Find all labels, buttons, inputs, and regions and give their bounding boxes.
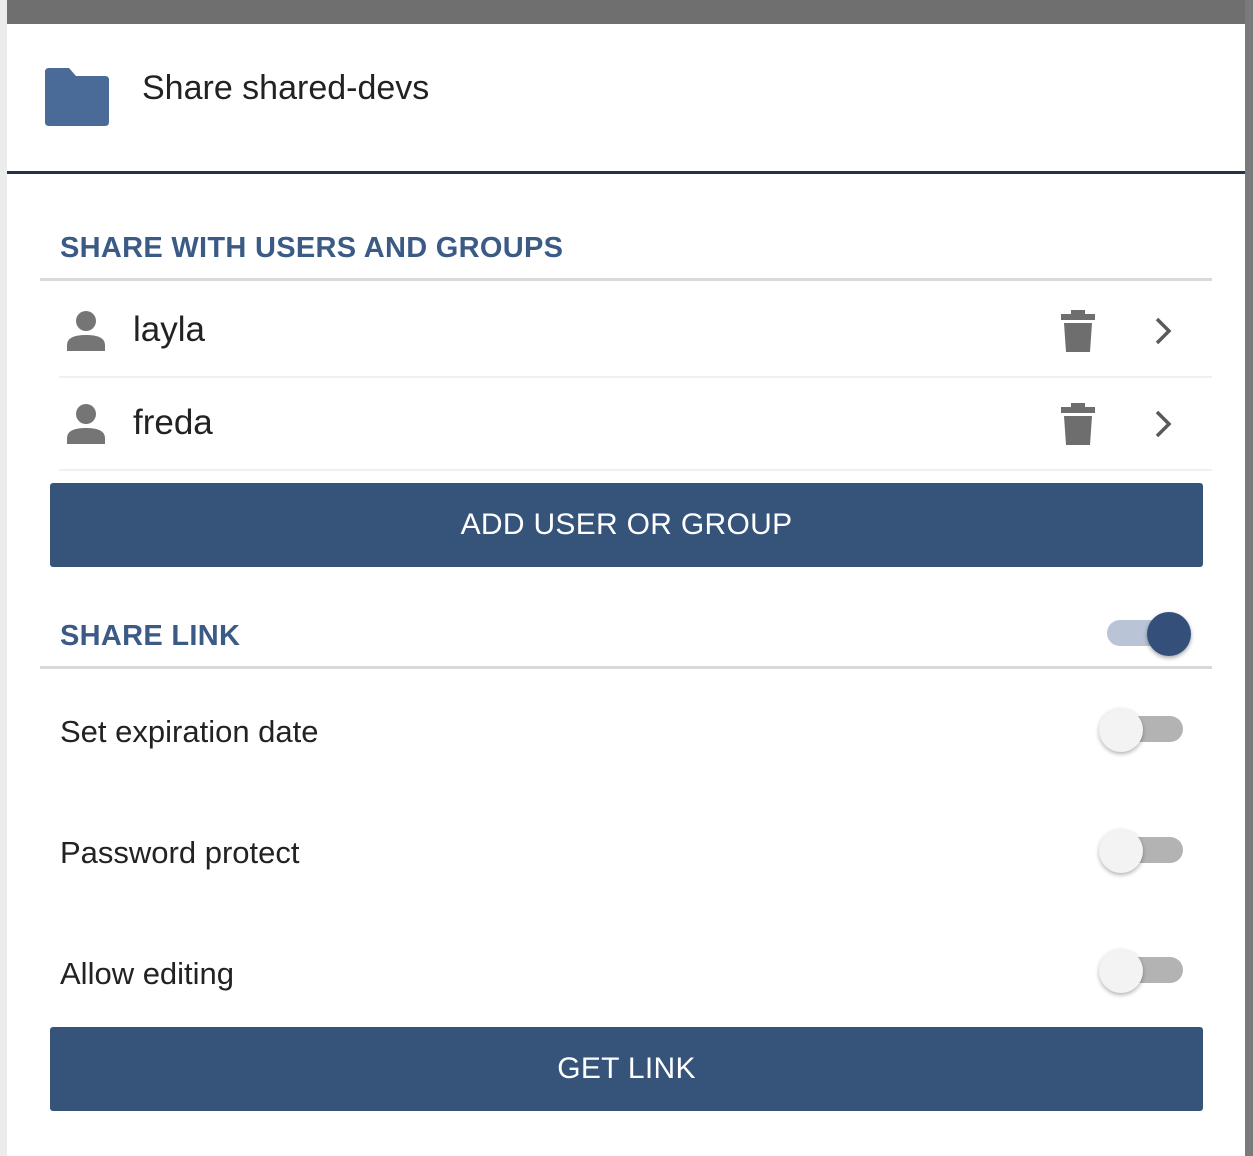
toggle-thumb [1147, 612, 1191, 656]
allow-editing-label: Allow editing [60, 956, 235, 991]
chevron-right-icon[interactable] [1152, 408, 1176, 440]
user-row-freda[interactable]: freda [59, 376, 1212, 471]
section-divider [40, 278, 1212, 281]
chevron-right-icon[interactable] [1152, 315, 1176, 347]
section-divider [40, 666, 1212, 669]
user-row-layla[interactable]: layla [59, 283, 1212, 378]
window-top-bar [0, 0, 1253, 24]
folder-icon [45, 68, 109, 126]
person-icon [67, 311, 105, 351]
window-left-edge [0, 0, 7, 1156]
share-link-toggle[interactable] [1107, 612, 1191, 656]
trash-icon[interactable] [1061, 310, 1095, 352]
password-protect-toggle[interactable] [1099, 829, 1187, 873]
window-right-edge [1245, 0, 1253, 1156]
expiration-date-toggle[interactable] [1099, 708, 1187, 752]
allow-editing-toggle[interactable] [1099, 949, 1187, 993]
expiration-date-label: Set expiration date [60, 714, 319, 749]
get-link-button[interactable]: GET LINK [50, 1027, 1203, 1111]
dialog-title: Share shared-devs [142, 69, 430, 107]
trash-icon[interactable] [1061, 403, 1095, 445]
share-users-section-title: SHARE WITH USERS AND GROUPS [60, 232, 564, 264]
toggle-thumb [1099, 829, 1143, 873]
toggle-thumb [1099, 949, 1143, 993]
password-protect-label: Password protect [60, 835, 300, 870]
share-dialog: Share shared-devs SHARE WITH USERS AND G… [7, 24, 1245, 1156]
user-name: freda [133, 403, 213, 442]
person-icon [67, 404, 105, 444]
toggle-thumb [1099, 708, 1143, 752]
share-link-section-title: SHARE LINK [60, 620, 241, 652]
user-name: layla [133, 310, 205, 349]
add-user-or-group-button[interactable]: ADD USER OR GROUP [50, 483, 1203, 567]
dialog-header: Share shared-devs [7, 24, 1245, 174]
